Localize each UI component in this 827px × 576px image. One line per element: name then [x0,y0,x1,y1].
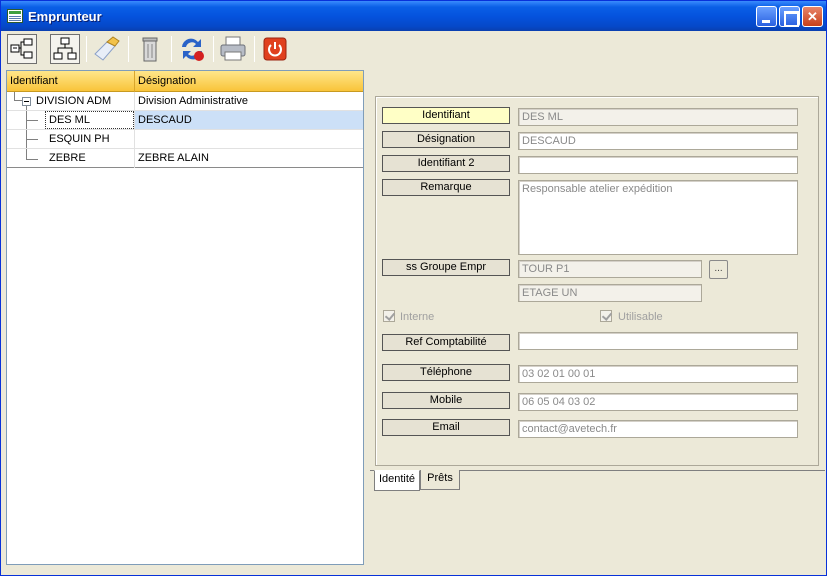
row-identifiant: DES ML [49,114,90,126]
toolbar-separator [254,36,255,62]
toolbar-separator [128,36,129,62]
ref-comptabilite-field[interactable] [518,332,798,350]
designation-field[interactable]: DESCAUD [518,132,798,150]
window-title: Emprunteur [28,9,102,24]
close-button[interactable]: ✕ [802,6,823,27]
table-row[interactable]: ESQUIN PH [7,130,363,149]
row-designation: Division Administrative [138,95,249,107]
label-identifiant-2: Identifiant 2 [382,155,510,172]
column-divider[interactable] [134,71,135,92]
identifiant-2-field[interactable] [518,156,798,174]
printer-icon[interactable] [218,34,248,64]
label-mobile: Mobile [382,392,510,409]
minimize-button[interactable] [756,6,777,27]
identifiant-field[interactable]: DES ML [518,108,798,126]
detail-panel: Identifiant DES ML Désignation DESCAUD I… [370,70,825,570]
eraser-icon[interactable] [91,34,121,64]
remarque-textarea[interactable]: Responsable atelier expédition [518,180,798,255]
utilisable-label: Utilisable [618,311,663,323]
cell-divider [134,149,135,168]
email-field[interactable]: contact@avetech.fr [518,420,798,438]
interne-checkbox[interactable] [383,310,395,322]
toolbar-separator [171,36,172,62]
title-bar[interactable]: Emprunteur ✕ [1,1,826,31]
label-identifiant: Identifiant [382,107,510,124]
tab-prets[interactable]: Prêts [420,470,460,490]
mobile-field[interactable]: 06 05 04 03 02 [518,393,798,411]
tab-identite[interactable]: Identité [374,470,420,491]
emprunteur-tree-grid[interactable]: Identifiant Désignation DIVISION ADM Div… [6,70,364,565]
label-email: Email [382,419,510,436]
row-designation: ZEBRE ALAIN [138,152,209,164]
toolbar-separator [213,36,214,62]
row-designation: DESCAUD [138,114,192,126]
ss-groupe-field-2[interactable]: ETAGE UN [518,284,702,302]
maximize-button[interactable] [779,6,800,27]
power-icon[interactable] [260,34,290,64]
refresh-icon[interactable] [177,34,207,64]
collapse-icon[interactable] [22,97,31,106]
utilisable-checkbox[interactable] [600,310,612,322]
label-remarque: Remarque [382,179,510,196]
cell-divider [134,130,135,149]
grid-header: Identifiant Désignation [7,71,363,92]
toolbar [1,31,826,68]
table-row[interactable]: ZEBRE ZEBRE ALAIN [7,149,363,168]
app-icon [7,9,23,23]
label-telephone: Téléphone [382,364,510,381]
tree-expand-icon[interactable] [7,34,37,64]
row-identifiant: DIVISION ADM [36,95,112,107]
cell-divider [134,92,135,111]
telephone-field[interactable]: 03 02 01 00 01 [518,365,798,383]
ss-groupe-field-1[interactable]: TOUR P1 [518,260,702,278]
label-designation: Désignation [382,131,510,148]
trash-bin-icon[interactable] [135,34,165,64]
tree-structure-icon[interactable] [50,34,80,64]
column-header-identifiant[interactable]: Identifiant [10,75,58,87]
row-identifiant: ESQUIN PH [49,133,110,145]
identite-groupbox: Identifiant DES ML Désignation DESCAUD I… [375,96,819,466]
browse-groupe-button[interactable]: ... [709,260,728,279]
toolbar-separator [86,36,87,62]
table-row-selected[interactable]: DES ML DESCAUD [7,111,363,130]
label-ss-groupe-empr: ss Groupe Empr [382,259,510,276]
emprunteur-window: Emprunteur ✕ Identifiant Désignation DIV… [0,0,827,576]
interne-label: Interne [400,311,435,323]
column-header-designation[interactable]: Désignation [138,75,196,87]
table-row[interactable]: DIVISION ADM Division Administrative [7,92,363,111]
close-icon: ✕ [807,9,818,24]
label-ref-comptabilite: Ref Comptabilité [382,334,510,351]
row-identifiant: ZEBRE [49,152,86,164]
cell-divider [134,111,135,130]
